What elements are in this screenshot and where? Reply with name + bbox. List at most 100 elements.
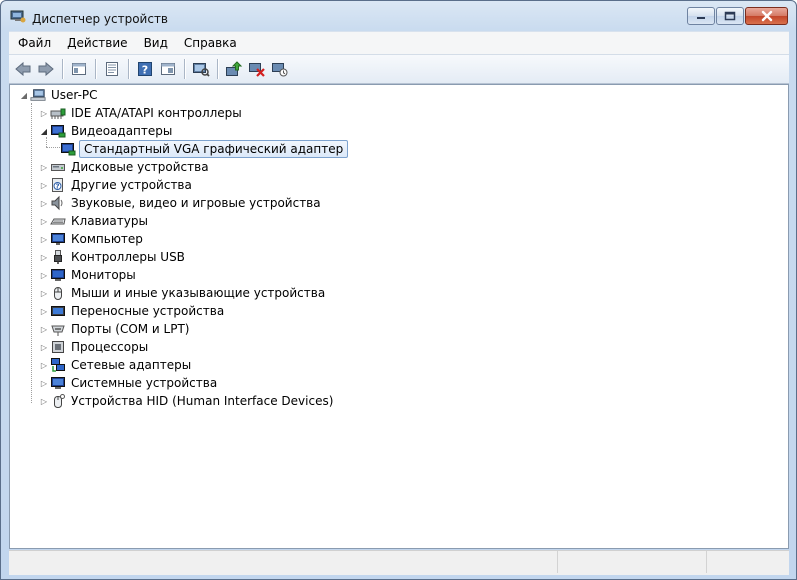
hid-icon	[50, 393, 66, 409]
minimize-icon	[697, 17, 705, 19]
tree-item[interactable]: ▷ Процессоры	[38, 338, 150, 356]
menu-help[interactable]: Справка	[175, 32, 244, 54]
collapse-arrow-icon[interactable]: ◢	[38, 122, 50, 140]
tree-item[interactable]: ▷ Мыши и иные указывающие устройства	[38, 284, 327, 302]
back-arrow-icon	[15, 61, 31, 77]
portable-device-icon	[50, 303, 66, 319]
category-label: IDE ATA/ATAPI контроллеры	[71, 106, 242, 120]
tree-item[interactable]: ▷ IDE ATA/ATAPI контроллеры	[38, 104, 244, 122]
tree-item-device[interactable]: Стандартный VGA графический адаптер	[60, 140, 349, 158]
expand-arrow-icon[interactable]: ▷	[38, 158, 50, 176]
tree-item[interactable]: ▷ Порты (COM и LPT)	[38, 320, 191, 338]
monitor-icon	[50, 267, 66, 283]
toolbar-separator	[95, 59, 97, 79]
category-label: Порты (COM и LPT)	[71, 322, 190, 336]
back-button[interactable]	[12, 58, 34, 80]
disable-icon	[272, 63, 288, 77]
help-button[interactable]: ?	[134, 58, 156, 80]
expand-arrow-icon[interactable]: ▷	[38, 374, 50, 392]
speaker-icon	[50, 195, 66, 211]
tree-item[interactable]: ▷ Клавиатуры	[38, 212, 150, 230]
properties-button[interactable]	[101, 58, 123, 80]
scan-hardware-button[interactable]	[190, 58, 212, 80]
update-driver-button[interactable]	[223, 58, 245, 80]
expand-arrow-icon[interactable]: ▷	[38, 302, 50, 320]
toolbar: ?	[9, 54, 789, 84]
toolbar-separator	[217, 59, 219, 79]
usb-icon	[50, 249, 66, 265]
uninstall-button[interactable]	[246, 58, 268, 80]
toolbar-separator	[62, 59, 64, 79]
computer-icon	[50, 231, 66, 247]
status-pane-tertiary	[707, 551, 787, 573]
tree-item[interactable]: ▷ Переносные устройства	[38, 302, 226, 320]
menu-file[interactable]: Файл	[9, 32, 58, 54]
svg-text:?: ?	[142, 64, 148, 77]
tree-item[interactable]: ◢ Видеоадаптеры	[38, 122, 174, 140]
expand-arrow-icon[interactable]: ▷	[38, 338, 50, 356]
disable-button[interactable]	[269, 58, 291, 80]
view-button[interactable]	[157, 58, 179, 80]
show-hide-tree-button[interactable]	[68, 58, 90, 80]
expand-arrow-icon[interactable]: ▷	[38, 176, 50, 194]
scan-hardware-icon	[193, 63, 210, 77]
tree-item[interactable]: ▷ Дисковые устройства	[38, 158, 211, 176]
tree-item[interactable]: ▷ Контроллеры USB	[38, 248, 187, 266]
expand-arrow-icon[interactable]: ▷	[38, 392, 50, 410]
svg-text:?: ?	[55, 183, 59, 191]
expand-arrow-icon[interactable]: ▷	[38, 356, 50, 374]
toolbar-separator	[128, 59, 130, 79]
expand-arrow-icon[interactable]: ▷	[38, 266, 50, 284]
forward-arrow-icon	[38, 61, 54, 77]
close-icon	[761, 10, 772, 22]
status-pane-secondary	[558, 551, 707, 573]
tree-item[interactable]: ▷ ? Другие устройства	[38, 176, 194, 194]
view-icon	[161, 63, 175, 75]
properties-icon	[106, 62, 118, 76]
tree-guide-line	[46, 147, 60, 148]
menu-action[interactable]: Действие	[58, 32, 134, 54]
category-label: Процессоры	[71, 340, 149, 354]
close-button[interactable]	[745, 7, 788, 25]
status-pane-main	[9, 551, 558, 573]
computer-icon	[30, 87, 46, 103]
processor-icon	[50, 339, 66, 355]
device-manager-app-icon	[10, 9, 26, 23]
maximize-button[interactable]	[716, 7, 744, 25]
expand-arrow-icon[interactable]: ▷	[38, 194, 50, 212]
ide-controller-icon	[50, 105, 66, 121]
selected-device-label: Стандартный VGA графический адаптер	[79, 140, 349, 158]
device-manager-window: Диспетчер устройств Файл Действие Вид Сп…	[0, 0, 797, 580]
category-label: Клавиатуры	[71, 214, 148, 228]
unknown-device-icon: ?	[50, 177, 66, 193]
window-title: Диспетчер устройств	[32, 12, 169, 26]
help-icon: ?	[138, 62, 152, 77]
title-bar[interactable]: Диспетчер устройств	[1, 1, 796, 31]
category-label: Звуковые, видео и игровые устройства	[71, 196, 321, 210]
forward-button[interactable]	[35, 58, 57, 80]
device-tree-pane[interactable]: ◢ User-PC ▷ IDE ATA/ATAPI контроллеры ◢ …	[9, 84, 789, 549]
show-hide-tree-icon	[72, 63, 86, 75]
tree-item[interactable]: ▷ Компьютер	[38, 230, 145, 248]
minimize-button[interactable]	[687, 7, 715, 25]
collapse-arrow-icon[interactable]: ◢	[18, 86, 30, 104]
category-label: Переносные устройства	[71, 304, 225, 318]
display-adapter-icon	[60, 141, 76, 157]
expand-arrow-icon[interactable]: ▷	[38, 104, 50, 122]
tree-item[interactable]: ▷ Сетевые адаптеры	[38, 356, 193, 374]
expand-arrow-icon[interactable]: ▷	[38, 230, 50, 248]
category-label: Устройства HID (Human Interface Devices)	[71, 394, 334, 408]
tree-item[interactable]: ▷ Системные устройства	[38, 374, 219, 392]
expand-arrow-icon[interactable]: ▷	[38, 284, 50, 302]
tree-item[interactable]: ▷ Устройства HID (Human Interface Device…	[38, 392, 335, 410]
uninstall-icon	[249, 63, 265, 77]
tree-root[interactable]: ◢ User-PC	[18, 86, 100, 104]
expand-arrow-icon[interactable]: ▷	[38, 320, 50, 338]
tree-item[interactable]: ▷ Звуковые, видео и игровые устройства	[38, 194, 323, 212]
menu-view[interactable]: Вид	[135, 32, 175, 54]
category-label: Мыши и иные указывающие устройства	[71, 286, 326, 300]
expand-arrow-icon[interactable]: ▷	[38, 212, 50, 230]
expand-arrow-icon[interactable]: ▷	[38, 248, 50, 266]
tree-item[interactable]: ▷ Мониторы	[38, 266, 138, 284]
category-label: Дисковые устройства	[71, 160, 209, 174]
